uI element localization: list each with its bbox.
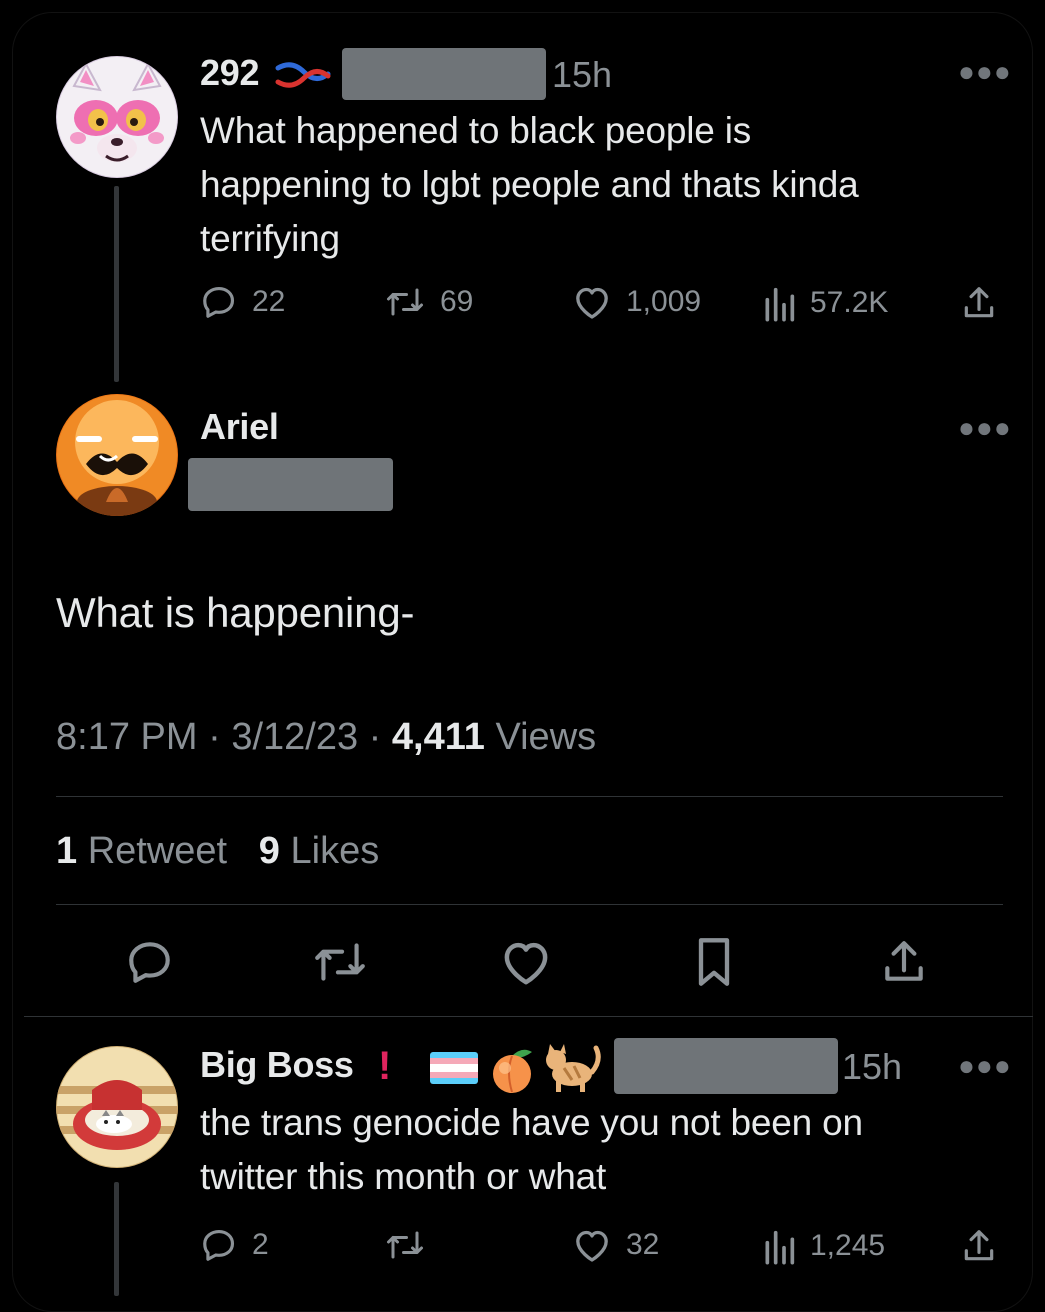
- share-icon: [885, 941, 923, 981]
- views-icon: [765, 1230, 795, 1265]
- likes-label: Likes: [290, 830, 380, 872]
- retweet-icon: [387, 288, 423, 316]
- tweet1-text-line-1: What happened to black people is: [200, 110, 752, 151]
- retweets-stat-link[interactable]: 1 Retweet: [56, 830, 238, 872]
- tweet1-text-line-2: happening to lgbt people and thats kinda: [200, 164, 859, 205]
- more-options-icon[interactable]: ●●●: [958, 56, 1012, 88]
- bookmark-icon: [698, 938, 730, 986]
- redacted-handle: [342, 48, 546, 100]
- red-exclamation-icon: !: [378, 1044, 392, 1088]
- reply-text-line-2: twitter this month or what: [200, 1156, 607, 1197]
- retweet-icon: [315, 943, 365, 981]
- reply-icon: [203, 286, 235, 318]
- reply-text-line-1: the trans genocide have you not been on: [200, 1102, 863, 1143]
- knot-emoji-icon: [275, 62, 331, 88]
- main-reply-button[interactable]: [120, 932, 180, 992]
- reply-like-count: 32: [626, 1228, 660, 1261]
- main-like-button[interactable]: [496, 932, 556, 992]
- engagement-stats: 1 Retweet 9 Likes: [56, 830, 379, 873]
- reply-reply-button[interactable]: 2: [200, 1226, 269, 1264]
- retweet-count: 1: [56, 830, 78, 872]
- reply-like-button[interactable]: 32: [572, 1226, 659, 1264]
- tweet1-timestamp[interactable]: 15h: [552, 54, 612, 96]
- tweet1-like-button[interactable]: 1,009: [572, 283, 701, 321]
- user-avatar-big-boss[interactable]: [56, 1046, 178, 1168]
- reply-icon: [129, 942, 170, 983]
- retweet-label: Retweet: [87, 830, 228, 872]
- main-tweet-display-name[interactable]: Ariel: [200, 406, 279, 448]
- tweet1-views-button[interactable]: 57.2K: [762, 283, 888, 323]
- main-tweet-time[interactable]: 8:17 PM: [56, 716, 198, 758]
- likes-count: 9: [258, 830, 280, 872]
- more-options-icon[interactable]: ●●●: [958, 1050, 1012, 1082]
- tweet1-reply-button[interactable]: 22: [200, 283, 285, 321]
- reply-retweet-button[interactable]: [384, 1226, 426, 1264]
- redacted-handle: [614, 1038, 838, 1094]
- reply-timestamp[interactable]: 15h: [842, 1046, 902, 1088]
- reply-share-button[interactable]: [960, 1226, 998, 1266]
- divider: [24, 1016, 1033, 1017]
- main-retweet-button[interactable]: [310, 932, 370, 992]
- explosion-face-avatar-icon: [57, 395, 177, 516]
- share-icon: [964, 1230, 994, 1261]
- reply-display-name[interactable]: Big Boss: [200, 1044, 354, 1086]
- main-tweet-meta: 8:17 PM · 3/12/23 · 4,411 Views: [56, 716, 596, 759]
- reply-views-button[interactable]: 1,245: [762, 1226, 885, 1266]
- fox-character-avatar-icon: [57, 57, 177, 177]
- main-tweet-views-label: Views: [495, 716, 597, 758]
- main-share-button[interactable]: [874, 932, 934, 992]
- thread-connector-line: [114, 186, 119, 382]
- user-avatar-ariel[interactable]: [56, 394, 178, 516]
- tweet1-retweet-count: 69: [440, 285, 474, 318]
- user-avatar-292[interactable]: [56, 56, 178, 178]
- heart-icon: [576, 1230, 608, 1262]
- tweet1-retweet-button[interactable]: 69: [384, 283, 473, 321]
- reply-icon: [203, 1229, 235, 1261]
- peach-icon: [493, 1049, 532, 1093]
- tweet1-views-count: 57.2K: [810, 286, 889, 319]
- heart-icon: [576, 287, 608, 319]
- tweet1-like-count: 1,009: [626, 285, 702, 318]
- main-bookmark-button[interactable]: [684, 932, 744, 992]
- main-tweet-text: What is happening-: [56, 589, 415, 636]
- cat-icon: [546, 1044, 601, 1092]
- cat-bed-avatar-icon: [56, 1047, 178, 1167]
- more-options-icon[interactable]: ●●●: [958, 412, 1012, 444]
- tweet1-share-button[interactable]: [960, 283, 998, 323]
- tweet1-text-line-3: terrifying: [200, 218, 340, 259]
- meta-separator: ·: [208, 716, 221, 758]
- main-tweet-date[interactable]: 3/12/23: [231, 716, 358, 758]
- thread-connector-line: [114, 1182, 119, 1296]
- views-icon: [765, 287, 795, 322]
- tweet1-reply-count: 22: [252, 285, 286, 318]
- heart-icon: [504, 942, 548, 985]
- redacted-handle: [188, 458, 393, 511]
- trans-flag-icon: [430, 1052, 478, 1084]
- share-icon: [964, 287, 994, 318]
- reply-reply-count: 2: [252, 1228, 269, 1261]
- tweet1-display-name[interactable]: 292: [200, 52, 259, 94]
- retweet-icon: [387, 1231, 423, 1259]
- divider: [56, 796, 1003, 797]
- main-tweet-views-count: 4,411: [391, 716, 485, 758]
- divider: [56, 904, 1003, 905]
- likes-stat-link[interactable]: 9 Likes: [259, 830, 379, 872]
- meta-separator: ·: [368, 716, 382, 758]
- reply-views-count: 1,245: [810, 1229, 886, 1262]
